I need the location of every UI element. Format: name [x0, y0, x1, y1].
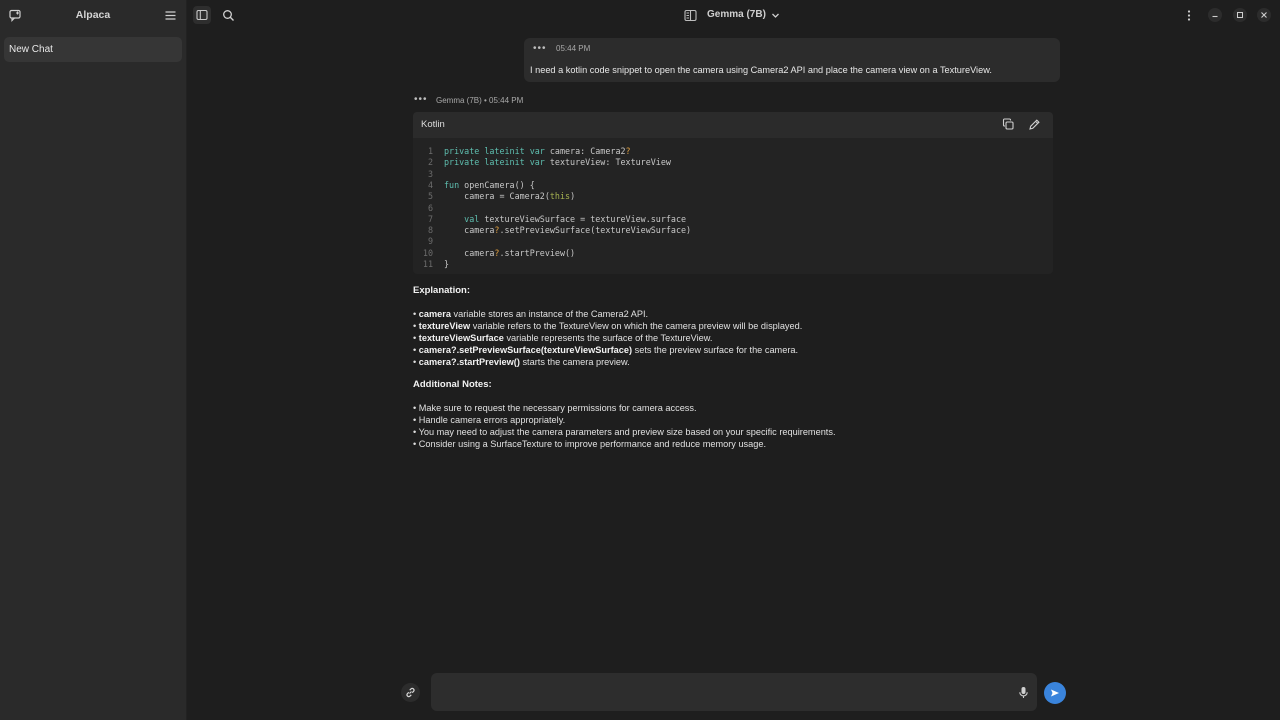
user-message: ••• 05:44 PM I need a kotlin code snippe…	[524, 38, 1060, 82]
code-token: camera: Camera2	[549, 146, 626, 156]
code-line: 11}	[413, 259, 449, 270]
code-line: 6	[413, 203, 444, 214]
code-line: 7 val textureViewSurface = textureView.s…	[413, 214, 686, 225]
code-token: ?	[625, 146, 631, 156]
chat-list-item-new-chat[interactable]: New Chat	[4, 37, 182, 62]
chat-item-label: New Chat	[9, 44, 53, 55]
code-line: 10 camera?.startPreview()	[413, 248, 575, 259]
line-number: 4	[427, 179, 433, 190]
explanation-item: • camera?.setPreviewSurface(textureViewS…	[413, 345, 799, 355]
app-title: Alpaca	[75, 9, 111, 21]
sidebar-header: Alpaca	[0, 0, 186, 30]
model-selector-button[interactable]: Gemma (7B)	[707, 9, 766, 20]
more-vertical-icon[interactable]	[1183, 9, 1195, 22]
sidebar: Alpaca New Chat	[0, 0, 187, 720]
explanation-item: • camera variable stores an instance of …	[413, 309, 649, 319]
code-token: private lateinit var	[444, 146, 550, 156]
message-input[interactable]	[431, 673, 1037, 711]
copy-icon[interactable]	[1002, 118, 1015, 131]
note-item: • Consider using a SurfaceTexture to imp…	[413, 439, 767, 449]
maximize-button[interactable]	[1233, 8, 1247, 22]
sidebar-toggle-button[interactable]	[193, 6, 211, 24]
code-token: private lateinit var	[444, 157, 550, 168]
code-block-header: Kotlin	[413, 112, 1053, 138]
model-manager-icon[interactable]	[684, 9, 697, 22]
code-line: 9	[413, 236, 444, 247]
code-token: camera	[444, 247, 495, 258]
explanation-heading: Explanation:	[413, 285, 471, 296]
code-token: openCamera() {	[464, 179, 535, 190]
message-timestamp: 05:44 PM	[556, 44, 591, 53]
hamburger-menu-icon[interactable]	[164, 9, 177, 22]
bot-message-meta: Gemma (7B) • 05:44 PM	[436, 96, 524, 105]
code-line: 8 camera?.setPreviewSurface(textureViewS…	[413, 225, 691, 236]
explanation-item: • textureView variable refers to the Tex…	[413, 321, 803, 331]
message-options-button[interactable]: •••	[533, 43, 547, 54]
line-number: 2	[427, 157, 433, 168]
code-line: 2 private lateinit var textureView: Textu…	[413, 157, 671, 168]
close-button[interactable]	[1257, 8, 1271, 22]
code-token: this	[549, 191, 571, 202]
note-item: • Make sure to request the necessary per…	[413, 403, 697, 413]
line-number: 6	[427, 202, 433, 213]
minimize-button[interactable]	[1208, 8, 1222, 22]
code-line: 5 camera = Camera2(this)	[413, 191, 575, 202]
code-language-label: Kotlin	[421, 119, 445, 130]
search-icon[interactable]	[222, 9, 235, 22]
note-item: • Handle camera errors appropriately.	[413, 415, 566, 425]
code-token: .setPreviewSurface(textureViewSurface)	[499, 225, 692, 236]
line-number: 5	[427, 191, 433, 202]
line-number: 7	[427, 213, 433, 224]
code-line: 4 fun openCamera() {	[413, 180, 535, 191]
line-number: 8	[427, 225, 433, 236]
code-block-body: 1 private lateinit var camera: Camera2? 2 p…	[413, 138, 1053, 274]
code-token: )	[570, 191, 576, 202]
edit-pencil-icon[interactable]	[1028, 118, 1041, 131]
explanation-item: • textureViewSurface variable represents…	[413, 333, 713, 343]
line-number: 11	[422, 259, 433, 269]
chevron-down-icon[interactable]	[771, 11, 780, 20]
attach-file-button[interactable]	[401, 683, 420, 702]
user-message-text: I need a kotlin code snippet to open the…	[530, 65, 992, 75]
explanation-item: • camera?.startPreview() starts the came…	[413, 357, 630, 367]
code-token: camera = Camera2(	[444, 191, 550, 202]
note-item: • You may need to adjust the camera para…	[413, 427, 836, 437]
code-token: camera	[444, 225, 495, 236]
code-token: .startPreview()	[499, 247, 576, 258]
microphone-icon[interactable]	[1017, 686, 1030, 699]
code-line: 3	[413, 169, 444, 180]
send-button[interactable]	[1044, 682, 1066, 704]
code-line: 1 private lateinit var camera: Camera2?	[413, 146, 631, 157]
notes-heading: Additional Notes:	[413, 379, 492, 390]
line-number: 9	[427, 236, 433, 247]
code-token: fun	[444, 179, 465, 190]
message-options-button[interactable]: •••	[414, 94, 428, 105]
code-token: textureView: TextureView	[549, 157, 671, 168]
code-token: textureViewSurface = textureView.surface	[484, 213, 687, 224]
line-number: 3	[427, 168, 433, 179]
line-number: 10	[422, 247, 433, 258]
code-token: val	[444, 213, 485, 224]
code-token: }	[444, 259, 450, 269]
line-number: 1	[427, 146, 433, 156]
